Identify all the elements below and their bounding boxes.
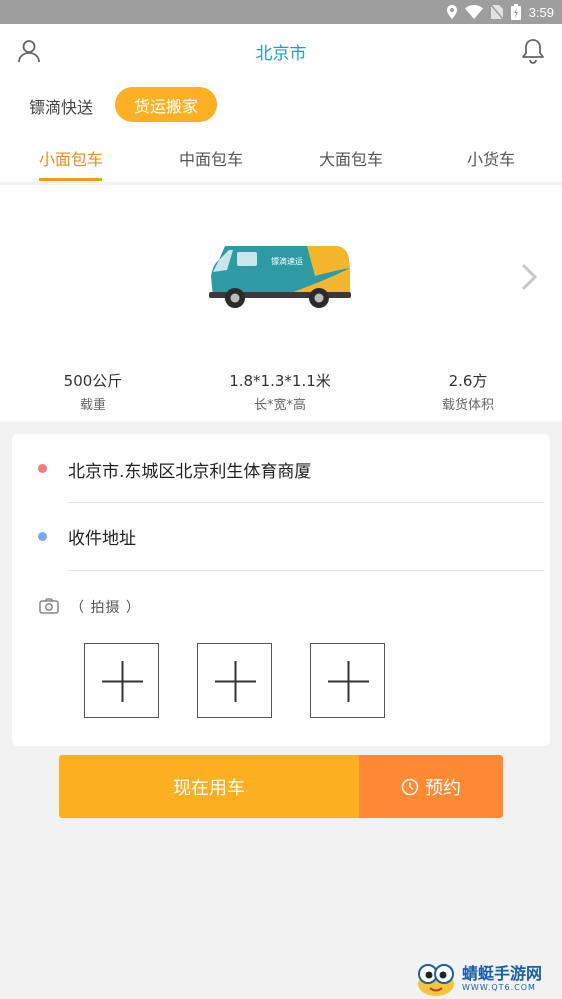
plus-icon [102,661,143,702]
chevron-right-icon[interactable] [518,262,540,292]
dragonfly-logo-icon [418,963,454,996]
spec-volume: 2.6方 载货体积 [393,370,543,413]
status-bar: 3:59 [0,0,562,24]
tab-medium-van[interactable]: 中面包车 [179,146,243,170]
address-card: 北京市.东城区北京利生体育商厦 收件地址 （ 拍摄 ） [12,434,550,746]
spec-volume-value: 2.6方 [448,372,488,390]
delivery-address-field[interactable]: 收件地址 [68,524,136,549]
tab-small-van[interactable]: 小面包车 [39,146,103,170]
spec-dimensions: 1.8*1.3*1.1米 长*宽*高 [205,370,355,413]
spec-load: 500公斤 载重 [18,370,168,413]
watermark: 蜻蜓手游网 WWW.QT6.COM [414,958,562,999]
delivery-dot [38,532,47,541]
van-image: 镖滴速运 [209,246,351,308]
tab-small-truck[interactable]: 小货车 [467,146,515,170]
use-car-now-label: 现在用车 [173,777,245,799]
status-icons: 3:59 [446,3,554,21]
battery-icon [510,4,521,20]
city-selector[interactable]: 北京市 [0,39,562,64]
status-time: 3:59 [528,4,554,20]
use-car-now-button[interactable]: 现在用车 [59,755,359,818]
mode-express-delivery[interactable]: 镖滴快送 [29,94,93,118]
watermark-text: 蜻蜓手游网 WWW.QT6.COM [462,964,543,993]
pickup-address[interactable]: 北京市.东城区北京利生体育商厦 [68,457,311,482]
tab-large-van[interactable]: 大面包车 [319,146,383,170]
photo-slot-3[interactable] [310,643,385,718]
reserve-button[interactable]: 预约 [359,755,503,818]
divider [68,502,544,503]
photo-label: （ 拍摄 ） [70,600,141,616]
reserve-label: 预约 [425,777,461,799]
clock-icon [401,778,419,795]
spec-dimensions-label: 长*宽*高 [253,398,306,413]
notification-bell-icon[interactable] [521,38,545,64]
active-tab-indicator [39,178,102,181]
watermark-url: WWW.QT6.COM [462,983,536,992]
photo-slot-2[interactable] [197,643,272,718]
camera-icon [39,598,59,614]
plus-icon [328,661,369,702]
plus-icon [215,661,256,702]
spec-load-label: 载重 [79,398,106,413]
spec-volume-label: 载货体积 [441,398,494,413]
mode-freight-moving[interactable]: 货运搬家 [115,87,217,122]
header: 北京市 镖滴快送 货运搬家 小面包车 中面包车 大面包车 小货车 [0,24,562,182]
location-icon [446,5,457,19]
vehicle-panel: 镖滴速运 500公斤 载重 1.8*1.3*1.1米 长*宽*高 2.6方 载货… [0,185,562,421]
spec-load-value: 500公斤 [63,372,123,390]
no-sim-icon [490,5,503,19]
van-lettering: 镖滴速运 [271,256,303,266]
photo-slot-1[interactable] [84,643,159,718]
divider [68,570,544,571]
spec-dimensions-value: 1.8*1.3*1.1米 [229,372,331,390]
pickup-dot [38,464,47,473]
watermark-title: 蜻蜓手游网 [462,964,543,983]
wifi-icon [464,5,483,19]
